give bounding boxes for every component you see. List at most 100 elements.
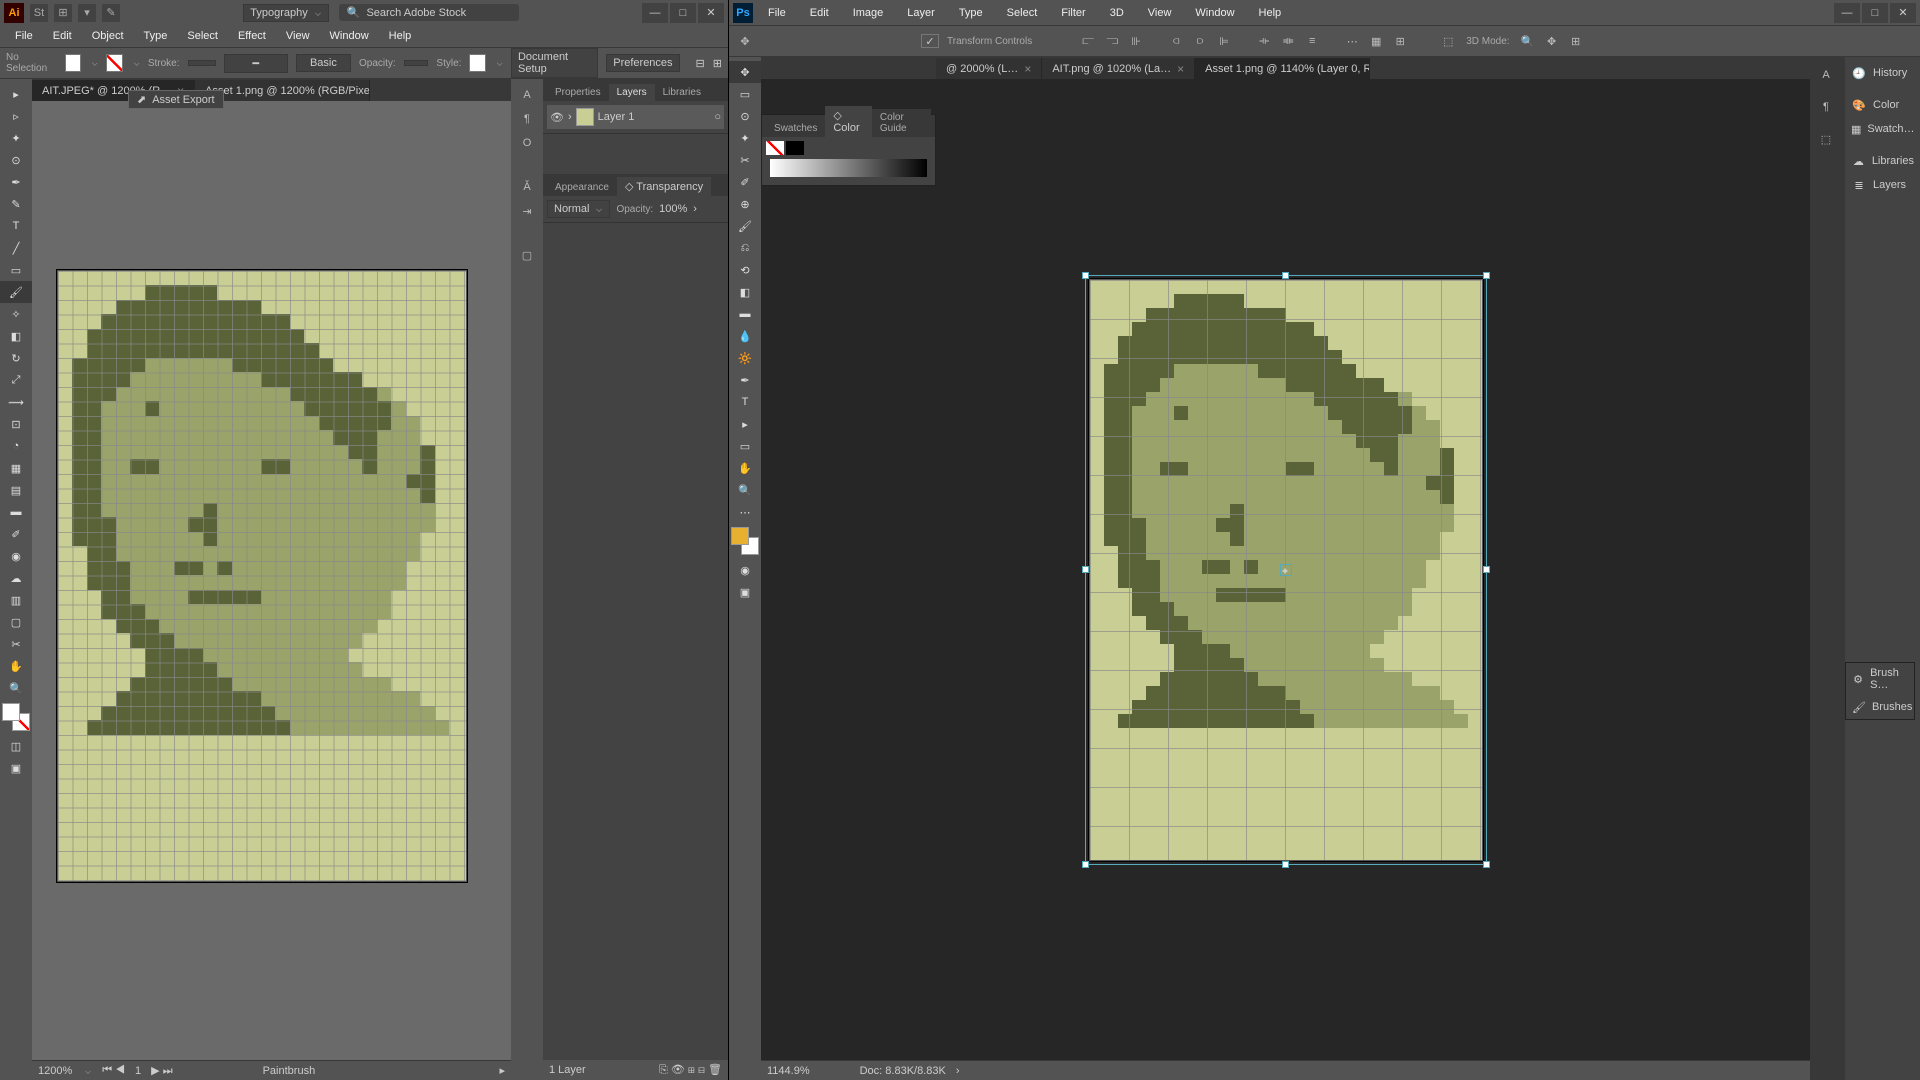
close-icon[interactable]: × xyxy=(1177,62,1184,76)
menu-select[interactable]: Select xyxy=(998,4,1047,22)
align-icon[interactable]: ⊟ xyxy=(696,57,705,70)
menu-file[interactable]: File xyxy=(759,4,795,22)
menu-window[interactable]: Window xyxy=(1186,4,1243,22)
quick-select-tool[interactable]: ✦ xyxy=(729,127,761,149)
para-panel-icon[interactable]: ¶ xyxy=(511,107,543,131)
transparency-tab[interactable]: ◇ Transparency xyxy=(617,177,711,196)
path-select-tool[interactable]: ▸ xyxy=(729,413,761,435)
quick-mask[interactable]: ◉ xyxy=(729,559,761,581)
roll-icon[interactable]: ✥ xyxy=(1542,31,1562,51)
brush-def[interactable]: Basic xyxy=(296,54,351,72)
layers-panel-btn[interactable]: ≣Layers xyxy=(1845,173,1920,197)
layer-options-icon[interactable]: ⎘ 👁 ⊞ ⊟ 🗑 xyxy=(659,1063,722,1077)
libraries-panel-btn[interactable]: ☁Libraries xyxy=(1845,149,1920,173)
fill-stroke-swap[interactable] xyxy=(2,703,30,731)
color-panel-btn[interactable]: 🎨Color xyxy=(1845,93,1920,117)
marquee-tool[interactable]: ▭ xyxy=(729,83,761,105)
doc-size[interactable]: Doc: 8.83K/8.83K xyxy=(860,1065,946,1077)
title-tool-st[interactable]: St xyxy=(30,4,48,22)
align-top-icon[interactable]: ⫏ xyxy=(1166,31,1186,51)
zoom-tool[interactable]: 🔍 xyxy=(729,479,761,501)
gradient-tool[interactable]: ▬ xyxy=(729,303,761,325)
healing-tool[interactable]: ⊕ xyxy=(729,193,761,215)
eraser-tool[interactable]: ◧ xyxy=(0,325,32,347)
3d-icon[interactable]: ⬚ xyxy=(1438,31,1458,51)
curvature-tool[interactable]: ✎ xyxy=(0,193,32,215)
menu-window[interactable]: Window xyxy=(321,27,378,45)
maximize-button[interactable]: □ xyxy=(670,3,696,23)
layer-row[interactable]: 👁 › Layer 1 ○ xyxy=(547,105,724,129)
shape-builder-tool[interactable]: ◔ xyxy=(0,435,32,457)
clone-tool[interactable]: ⎌ xyxy=(729,237,761,259)
type-tool[interactable]: T xyxy=(0,215,32,237)
char-icon[interactable]: A xyxy=(1810,61,1842,89)
history-panel[interactable]: 🕘History xyxy=(1845,61,1920,85)
char-panel-icon[interactable]: A xyxy=(511,83,543,107)
swatches-panel-btn[interactable]: ▦Swatch… xyxy=(1845,117,1920,141)
title-tool-grid[interactable]: ⊞ xyxy=(54,4,72,22)
gradient-tool[interactable]: ▬ xyxy=(0,501,32,523)
mesh-tool[interactable]: ▤ xyxy=(0,479,32,501)
menu-help[interactable]: Help xyxy=(380,27,421,45)
workspace-switcher[interactable]: Typography xyxy=(243,4,328,22)
history-brush-tool[interactable]: ⟲ xyxy=(729,259,761,281)
fill-swatch[interactable] xyxy=(65,54,81,72)
ai-canvas[interactable] xyxy=(32,101,511,1060)
brush-tool[interactable]: 🖌 xyxy=(729,215,761,237)
pen-tool[interactable]: ✒ xyxy=(729,369,761,391)
dist-icon[interactable]: ≡ xyxy=(1302,31,1322,51)
perspective-tool[interactable]: ▦ xyxy=(0,457,32,479)
menu-view[interactable]: View xyxy=(1139,4,1181,22)
menu-select[interactable]: Select xyxy=(178,27,227,45)
dist-h-icon[interactable]: ⟛ xyxy=(1254,31,1274,51)
close-button[interactable]: ✕ xyxy=(698,3,724,23)
rotate-tool[interactable]: ↻ xyxy=(0,347,32,369)
stroke-swatch[interactable] xyxy=(106,54,122,72)
type-tool[interactable]: T xyxy=(729,391,761,413)
menu-file[interactable]: File xyxy=(6,27,42,45)
maximize-button[interactable]: □ xyxy=(1862,3,1888,23)
align-middle-icon[interactable]: ⫐ xyxy=(1190,31,1210,51)
blend-mode[interactable]: Normal xyxy=(547,200,610,218)
properties-tab[interactable]: Properties xyxy=(547,84,609,101)
glyphs-icon[interactable]: Ǎ xyxy=(511,175,543,199)
stroke-weight[interactable] xyxy=(188,60,216,66)
selection-tool[interactable]: ▸ xyxy=(0,83,32,105)
align-left-icon[interactable]: ⫍ xyxy=(1078,31,1098,51)
eyedropper-tool[interactable]: ✐ xyxy=(0,523,32,545)
style-swatch[interactable] xyxy=(469,54,485,72)
artboard-tool[interactable]: ▢ xyxy=(0,611,32,633)
dist-layers-icon[interactable]: ⊞ xyxy=(1390,31,1410,51)
scale-tool[interactable]: ⤢ xyxy=(0,369,32,391)
symbol-sprayer-tool[interactable]: ☁ xyxy=(0,567,32,589)
dist-v-icon[interactable]: ⟚ xyxy=(1278,31,1298,51)
layers-tab[interactable]: Layers xyxy=(609,84,655,101)
minimize-button[interactable]: — xyxy=(642,3,668,23)
gradient-slider[interactable] xyxy=(770,159,927,177)
eyedropper-tool[interactable]: ✐ xyxy=(729,171,761,193)
doc-tab-1[interactable]: @ 2000% (L…× xyxy=(936,58,1042,79)
minimize-button[interactable]: — xyxy=(1834,3,1860,23)
more-icon[interactable]: ⋯ xyxy=(1342,31,1362,51)
zoom-level[interactable]: 1200% xyxy=(38,1065,72,1077)
color-tab[interactable]: ◇ Color xyxy=(825,106,872,137)
close-button[interactable]: ✕ xyxy=(1890,3,1916,23)
menu-edit[interactable]: Edit xyxy=(801,4,838,22)
magic-wand-tool[interactable]: ✦ xyxy=(0,127,32,149)
title-tool-arrange[interactable]: ▾ xyxy=(78,4,96,22)
opentype-icon[interactable]: O xyxy=(511,131,543,155)
opacity-value[interactable]: 100% xyxy=(659,203,687,215)
move-tool[interactable]: ✥ xyxy=(729,61,761,83)
width-tool[interactable]: ⟿ xyxy=(0,391,32,413)
paintbrush-tool[interactable]: 🖌 xyxy=(0,281,32,303)
column-graph-tool[interactable]: ▥ xyxy=(0,589,32,611)
fg-bg-color[interactable] xyxy=(731,527,759,555)
opacity-field[interactable] xyxy=(404,60,429,66)
artboards-icon[interactable]: ▢ xyxy=(511,243,543,267)
crop-tool[interactable]: ✂ xyxy=(729,149,761,171)
draw-mode[interactable]: ◫ xyxy=(0,735,32,757)
visibility-icon[interactable]: 👁 xyxy=(550,110,564,124)
doc-tab-2[interactable]: AIT.png @ 1020% (La…× xyxy=(1042,58,1195,79)
menu-type[interactable]: Type xyxy=(135,27,177,45)
hand-tool[interactable]: ✋ xyxy=(0,655,32,677)
